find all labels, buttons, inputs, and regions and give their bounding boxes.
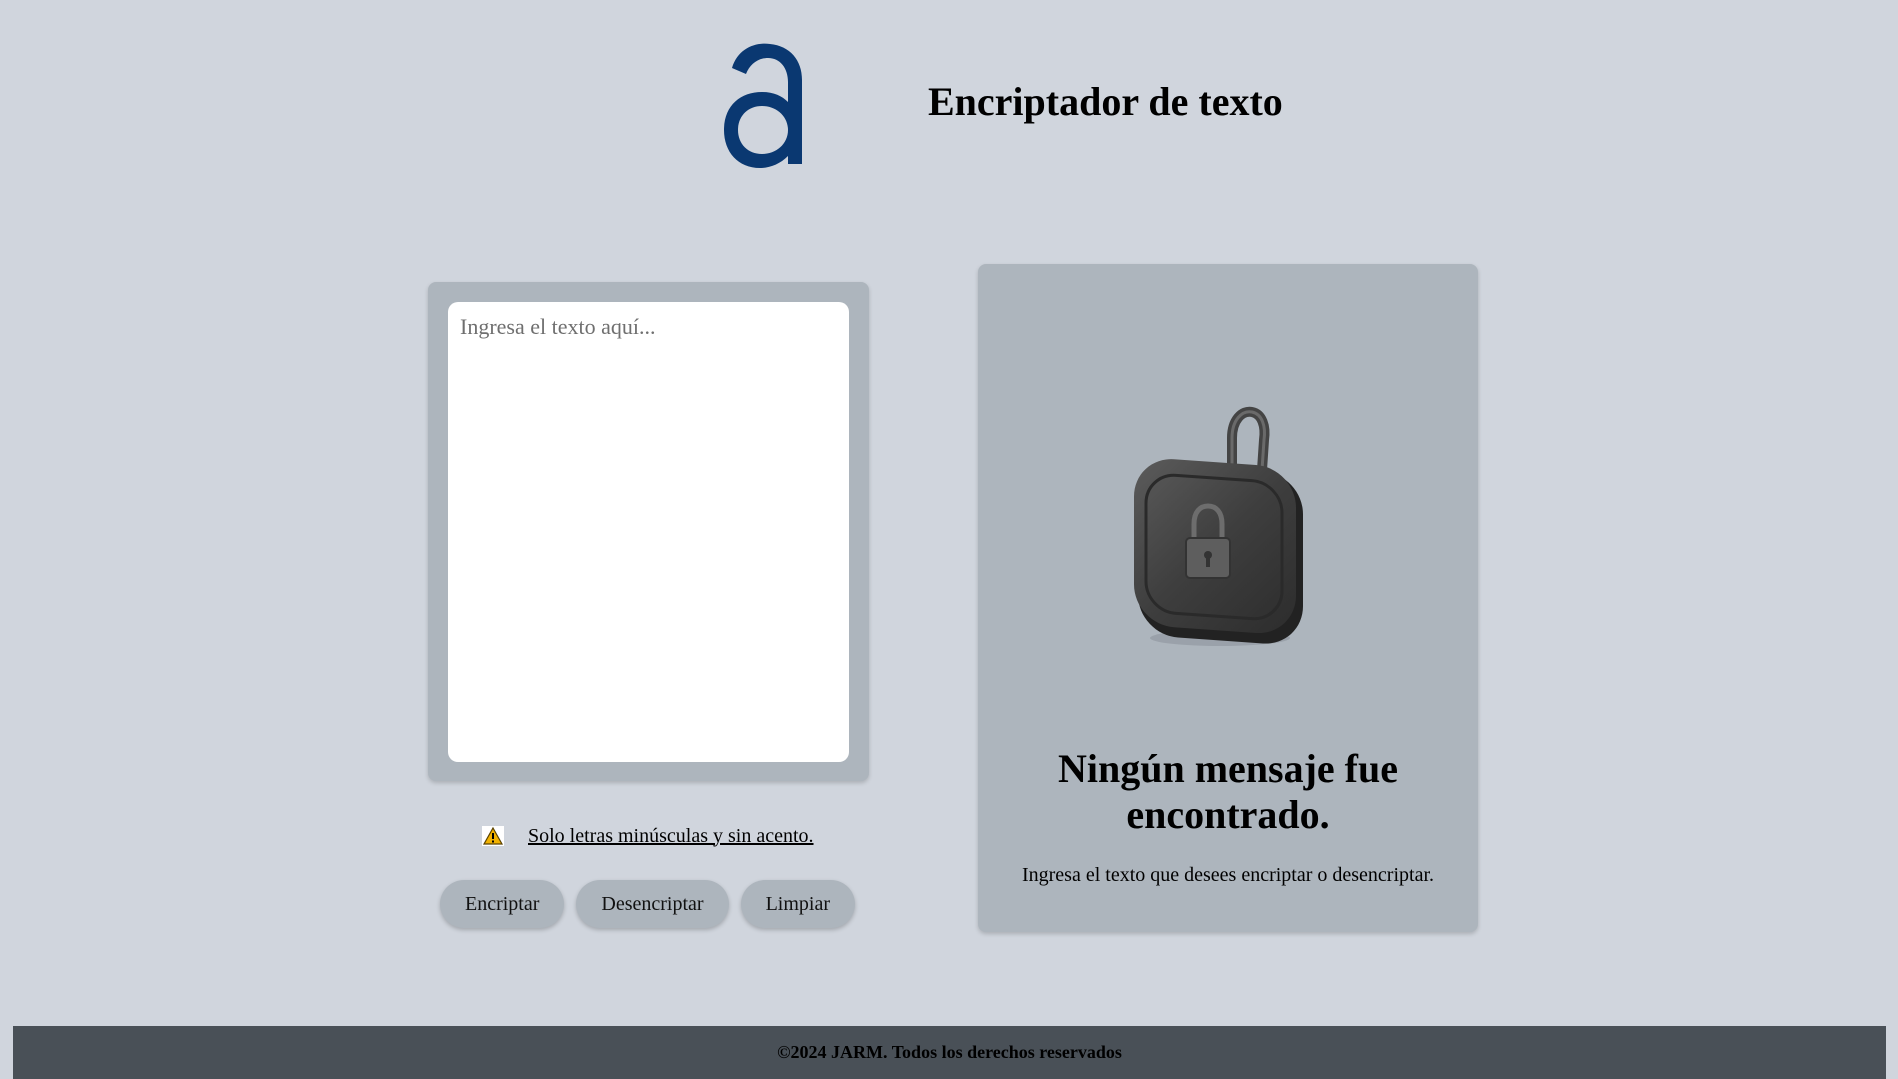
logo-icon [724, 43, 802, 168]
input-card [428, 282, 869, 781]
clear-button[interactable]: Limpiar [740, 880, 856, 928]
page-footer: ©2024 JARM. Todos los derechos reservado… [13, 1026, 1886, 1079]
padlock-icon [1134, 406, 1303, 646]
warning-icon [482, 826, 504, 846]
input-notice: Solo letras minúsculas y sin acento. [482, 823, 814, 849]
action-buttons: Encriptar Desencriptar Limpiar [440, 880, 867, 928]
footer-text: ©2024 JARM. Todos los derechos reservado… [777, 1042, 1122, 1062]
output-title: Ningún mensaje fue encontrado. [1057, 746, 1399, 837]
text-input[interactable] [448, 302, 849, 762]
page-title: Encriptador de texto [928, 79, 1283, 124]
output-card: Ningún mensaje fue encontrado. Ingresa e… [978, 264, 1478, 932]
decrypt-button[interactable]: Desencriptar [576, 880, 729, 928]
encrypt-button[interactable]: Encriptar [440, 880, 565, 928]
output-description: Ingresa el texto que desees encriptar o … [1021, 864, 1435, 886]
notice-text: Solo letras minúsculas y sin acento. [528, 824, 814, 847]
